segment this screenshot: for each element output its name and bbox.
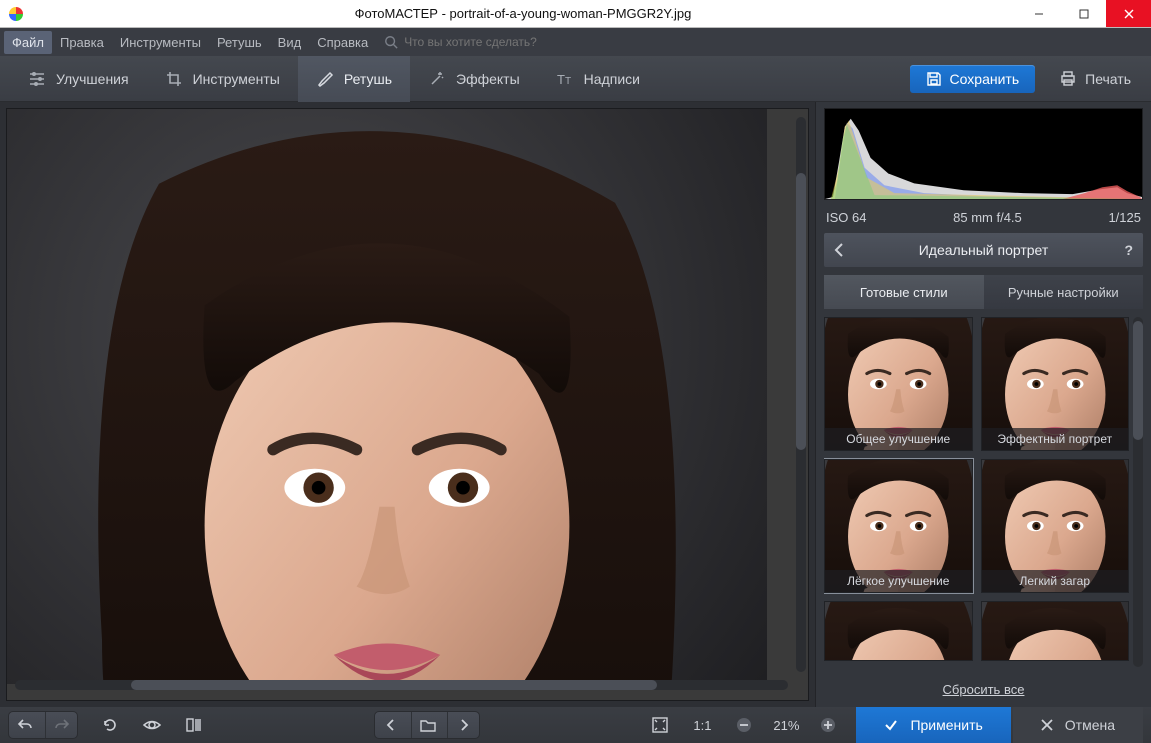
panel-header: Идеальный портрет ?	[824, 233, 1143, 267]
apply-label: Применить	[910, 717, 982, 733]
save-button[interactable]: Сохранить	[910, 65, 1036, 93]
preset-thumb	[825, 602, 972, 660]
preset-item[interactable]	[824, 601, 973, 661]
text-icon: TT	[556, 70, 574, 88]
preset-item[interactable]: Общее улучшение	[824, 317, 973, 451]
histogram-meta: ISO 64 85 mm f/4.5 1/125	[824, 208, 1143, 225]
back-button[interactable]	[834, 243, 844, 257]
menu-retouch[interactable]: Ретушь	[209, 31, 270, 54]
svg-text:T: T	[557, 72, 565, 87]
preset-item[interactable]	[981, 601, 1130, 661]
crop-icon	[165, 70, 183, 88]
lens-label: 85 mm f/4.5	[953, 210, 1022, 225]
subtab-presets[interactable]: Готовые стили	[824, 275, 984, 309]
x-icon	[1041, 719, 1053, 731]
canvas-scrollbar-vertical[interactable]	[796, 117, 806, 672]
preset-item[interactable]: Лёгкое улучшение	[824, 459, 973, 593]
tab-text[interactable]: TT Надписи	[538, 56, 658, 102]
save-label: Сохранить	[950, 71, 1020, 87]
side-panel: ISO 64 85 mm f/4.5 1/125 Идеальный портр…	[815, 102, 1151, 707]
print-label: Печать	[1085, 71, 1131, 87]
print-icon	[1059, 70, 1077, 88]
nav-prev-button[interactable]	[375, 712, 407, 738]
maximize-button[interactable]	[1061, 0, 1106, 27]
zoom-ratio-label[interactable]: 1:1	[682, 718, 722, 733]
panel-title: Идеальный портрет	[919, 242, 1049, 258]
window-title: ФотоМАСТЕР - portrait-of-a-young-woman-P…	[30, 6, 1016, 21]
toolbar: Улучшения Инструменты Ретушь Эффекты TT …	[0, 56, 1151, 102]
zoom-in-button[interactable]	[812, 712, 844, 738]
menubar: Файл Правка Инструменты Ретушь Вид Справ…	[0, 28, 1151, 56]
tab-label: Улучшения	[56, 71, 129, 87]
save-icon	[926, 71, 942, 87]
tab-tools[interactable]: Инструменты	[147, 56, 298, 102]
tab-label: Эффекты	[456, 71, 520, 87]
preset-label: Общее улучшение	[825, 428, 972, 450]
compare-button[interactable]	[178, 712, 210, 738]
revert-button[interactable]	[94, 712, 126, 738]
wand-icon	[428, 70, 446, 88]
redo-button[interactable]	[45, 712, 77, 738]
minimize-button[interactable]	[1016, 0, 1061, 27]
presets-scrollbar[interactable]	[1133, 317, 1143, 667]
panel-subtabs: Готовые стили Ручные настройки	[824, 275, 1143, 309]
app-logo	[8, 6, 24, 22]
check-icon	[884, 718, 898, 732]
undo-button[interactable]	[9, 712, 41, 738]
menu-view[interactable]: Вид	[270, 31, 310, 54]
preset-label: Эффектный портрет	[982, 428, 1129, 450]
menu-tools[interactable]: Инструменты	[112, 31, 209, 54]
preset-item[interactable]: Эффектный портрет	[981, 317, 1130, 451]
nav-next-button[interactable]	[447, 712, 479, 738]
cancel-button[interactable]: Отмена	[1013, 707, 1143, 743]
svg-text:T: T	[565, 76, 571, 87]
tab-effects[interactable]: Эффекты	[410, 56, 538, 102]
tab-retouch[interactable]: Ретушь	[298, 56, 410, 102]
print-button[interactable]: Печать	[1049, 64, 1141, 94]
canvas-area	[0, 102, 815, 707]
reset-all-link[interactable]: Сбросить все	[943, 682, 1025, 697]
preset-thumb	[982, 602, 1129, 660]
canvas-scrollbar-horizontal[interactable]	[15, 680, 788, 690]
tab-label: Надписи	[584, 71, 640, 87]
close-button[interactable]	[1106, 0, 1151, 27]
sliders-icon	[28, 70, 46, 88]
cancel-label: Отмена	[1065, 717, 1115, 733]
titlebar: ФотоМАСТЕР - portrait-of-a-young-woman-P…	[0, 0, 1151, 28]
preset-item[interactable]: Легкий загар	[981, 459, 1130, 593]
search-input[interactable]	[404, 35, 624, 49]
menu-help[interactable]: Справка	[309, 31, 376, 54]
search-icon	[384, 35, 398, 49]
subtab-manual[interactable]: Ручные настройки	[984, 275, 1144, 309]
preset-label: Лёгкое улучшение	[825, 570, 972, 592]
presets-area: Общее улучшение Эффектный портрет Лёгкое…	[824, 317, 1143, 667]
image-canvas[interactable]	[6, 108, 809, 701]
tab-enhance[interactable]: Улучшения	[10, 56, 147, 102]
brush-icon	[316, 70, 334, 88]
apply-button[interactable]: Применить	[856, 707, 1010, 743]
zoom-percent-label: 21%	[766, 718, 806, 733]
help-button[interactable]: ?	[1124, 242, 1133, 258]
histogram	[824, 108, 1143, 200]
fit-screen-button[interactable]	[644, 712, 676, 738]
menu-file[interactable]: Файл	[4, 31, 52, 54]
menu-edit[interactable]: Правка	[52, 31, 112, 54]
shutter-label: 1/125	[1108, 210, 1141, 225]
preset-label: Легкий загар	[982, 570, 1129, 592]
open-folder-button[interactable]	[411, 712, 443, 738]
tab-label: Ретушь	[344, 71, 392, 87]
tab-label: Инструменты	[193, 71, 280, 87]
preview-toggle-button[interactable]	[136, 712, 168, 738]
bottom-bar: 1:1 21% Применить Отмена	[0, 707, 1151, 743]
iso-label: ISO 64	[826, 210, 866, 225]
zoom-out-button[interactable]	[728, 712, 760, 738]
